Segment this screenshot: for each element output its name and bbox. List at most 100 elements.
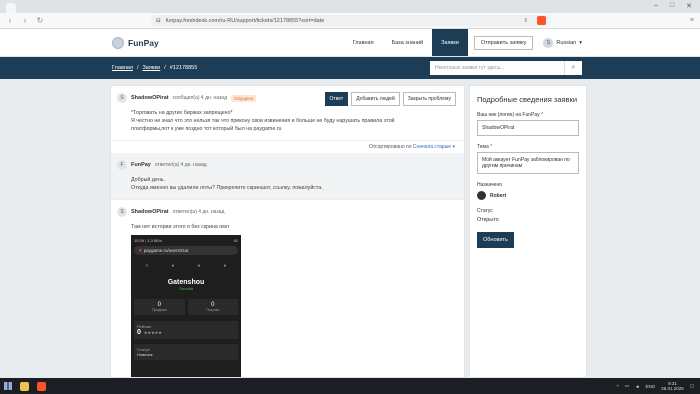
status-label: Статус: [477, 208, 493, 214]
message-body: Добрый день. Откуда именно вы удалили ло…: [131, 176, 458, 192]
user-menu[interactable]: S Russian ▾: [543, 37, 582, 48]
site-logo[interactable]: FunPay: [112, 36, 159, 49]
message-line: платформы,пот к уже поздно тот который б…: [131, 126, 282, 132]
stat-purchases: 0 Покупки: [187, 299, 238, 315]
sort-control: Отсортировано по Сначала старые ▾: [111, 141, 464, 153]
status-value: Новичок: [137, 352, 153, 357]
site-info-icon[interactable]: ⊟: [156, 18, 161, 24]
phone-status-bar: 10:26 ¦ 1,3 КБ/с 41: [134, 238, 238, 243]
forward-icon[interactable]: ›: [21, 16, 29, 25]
assignee: Robert: [477, 191, 579, 200]
subject-label-text: Тема: [477, 144, 489, 150]
sort-dropdown[interactable]: Сначала старые: [413, 144, 451, 150]
browser-tab[interactable]: [6, 3, 16, 13]
chevron-down-icon: ▾: [452, 144, 455, 150]
notification-icon[interactable]: ▢: [690, 383, 694, 389]
ticket-actions: Ответ Добавить людей Закрыть проблему: [324, 92, 456, 106]
reload-icon[interactable]: ↻: [36, 16, 44, 25]
menu-icon[interactable]: ≡: [690, 17, 694, 24]
message-body: *Торговать на других биржах запрещено* Я…: [131, 109, 458, 133]
clock-date: 25.01.2025: [661, 386, 684, 391]
search-placeholder: Некоторые заявки тут здесь...: [435, 65, 505, 71]
phone-url-bar: ▼ paygame.ru/users/Gat: [134, 246, 238, 255]
add-people-button[interactable]: Добавить людей: [351, 92, 400, 106]
breadcrumb-tickets[interactable]: Заявки: [142, 65, 160, 71]
message-line: Я честно не знал что это нельзя так что …: [131, 118, 395, 124]
nick-label-text: Ваш ник (логин) на FunPay: [477, 112, 540, 118]
avatar: S: [117, 93, 127, 103]
reply-button[interactable]: Ответ: [324, 92, 349, 106]
update-button[interactable]: Обновить: [477, 232, 514, 248]
share-icon[interactable]: ⇪: [523, 18, 528, 24]
subject-field[interactable]: Мой аккаунт FunPay заблокирован по други…: [477, 152, 579, 174]
required-mark: *: [541, 112, 544, 118]
maximize-icon[interactable]: □: [670, 2, 674, 10]
message-author: ShadowOPirat: [131, 95, 169, 101]
nav-knowledge-base[interactable]: База знаний: [383, 29, 433, 56]
browser-tabstrip: – □ ✕: [0, 0, 700, 13]
ticket-details: Подробные сведения заявки Ваш ник (логин…: [469, 85, 587, 378]
message-line: Добрый день.: [131, 177, 166, 183]
menu-icon: ≡: [145, 263, 149, 269]
breadcrumb-separator: /: [164, 65, 166, 71]
message-original: S ShadowOPirat сообщил(а) 4 дн. назад Оп…: [111, 86, 464, 141]
ticket-conversation: S ShadowOPirat сообщил(а) 4 дн. назад Оп…: [110, 85, 465, 378]
star-icon: ★★★★★: [143, 330, 162, 335]
search-icon[interactable]: ⌕: [564, 61, 582, 75]
language-indicator[interactable]: ENG: [645, 384, 655, 389]
breadcrumb-home[interactable]: Главная: [112, 65, 133, 71]
top-nav: Главная База знаний Заявки Отправить зая…: [344, 29, 582, 56]
taskbar: ^ ▭ ◄ ENG 9:31 25.01.2025 ▢: [0, 378, 700, 394]
message-meta: сообщил(а) 4 дн. назад: [172, 95, 228, 101]
minimize-icon[interactable]: –: [654, 2, 658, 10]
nav-tickets[interactable]: Заявки: [432, 29, 468, 56]
search-input[interactable]: Некоторые заявки тут здесь... ⌕: [430, 61, 582, 75]
assignee-label: Назначено: [477, 182, 502, 188]
window-controls: – □ ✕: [654, 2, 700, 13]
language-selector[interactable]: Russian: [556, 40, 576, 46]
message-reply: S ShadowOPirat ответил(а) 4 дн. назад Та…: [111, 200, 464, 377]
close-ticket-button[interactable]: Закрыть проблему: [402, 92, 456, 106]
phone-url: paygame.ru/users/Gat: [143, 248, 189, 253]
profile-rating: Рейтинг 0 ★★★★★: [134, 321, 238, 339]
submit-ticket-button[interactable]: Отправить заявку: [473, 35, 534, 50]
status-badge: Опущено: [231, 94, 257, 102]
message-meta: ответил(а) 4 дн. назад: [172, 209, 225, 215]
url-field[interactable]: ⊟ funpay.freshdesk.com/ru-RU/support/tic…: [151, 15, 551, 26]
phone-battery: 41: [233, 238, 238, 243]
message-meta: ответил(а) 4 дн. назад: [154, 162, 207, 168]
rating-value: 0: [137, 329, 141, 336]
stat-label: Продажи: [151, 308, 167, 312]
message-reply: F FunPay ответил(а) 4 дн. назад Добрый д…: [111, 153, 464, 200]
attached-screenshot[interactable]: 10:26 ¦ 1,3 КБ/с 41 ▼ paygame.ru/users/G…: [131, 235, 241, 377]
network-icon[interactable]: ▭: [625, 383, 629, 389]
nav-home[interactable]: Главная: [344, 29, 383, 56]
avatar: S: [543, 37, 554, 48]
clock[interactable]: 9:31 25.01.2025: [661, 381, 684, 391]
message-author: FunPay: [131, 162, 151, 168]
brave-browser-icon[interactable]: [37, 381, 46, 391]
back-icon[interactable]: ‹: [6, 16, 14, 25]
phone-time: 10:26 ¦ 1,3 КБ/с: [134, 238, 163, 243]
message-author: ShadowOPirat: [131, 209, 169, 215]
brave-shield-icon[interactable]: [537, 16, 546, 25]
breadcrumb-band: Главная / Заявки / #12178855 Некоторые з…: [0, 57, 700, 79]
close-icon[interactable]: ✕: [686, 2, 692, 10]
profile-icon: ●: [223, 263, 227, 269]
brave-icon: ▼: [138, 248, 143, 253]
chevron-up-icon[interactable]: ^: [617, 384, 619, 389]
message-line: Там нет истории этого я без скрина омл: [131, 224, 229, 230]
address-bar: ‹ › ↻ ⊟ funpay.freshdesk.com/ru-RU/suppo…: [0, 13, 700, 29]
details-title: Подробные сведения заявки: [477, 95, 578, 104]
assignee-name: Robert: [490, 192, 507, 199]
stat-sales: 0 Продажи: [134, 299, 185, 315]
windows-start-icon[interactable]: [4, 382, 12, 390]
avatar: F: [117, 160, 127, 170]
file-explorer-icon[interactable]: [20, 381, 29, 391]
volume-icon[interactable]: ◄: [635, 384, 639, 389]
message-line: *Торговать на других биржах запрещено*: [131, 110, 233, 116]
nick-field[interactable]: ShadowOPirat: [477, 120, 579, 136]
sort-label: Отсортировано по: [368, 144, 412, 150]
stat-label: Покупки: [206, 308, 220, 312]
profile-online: Онлайн: [178, 286, 194, 291]
